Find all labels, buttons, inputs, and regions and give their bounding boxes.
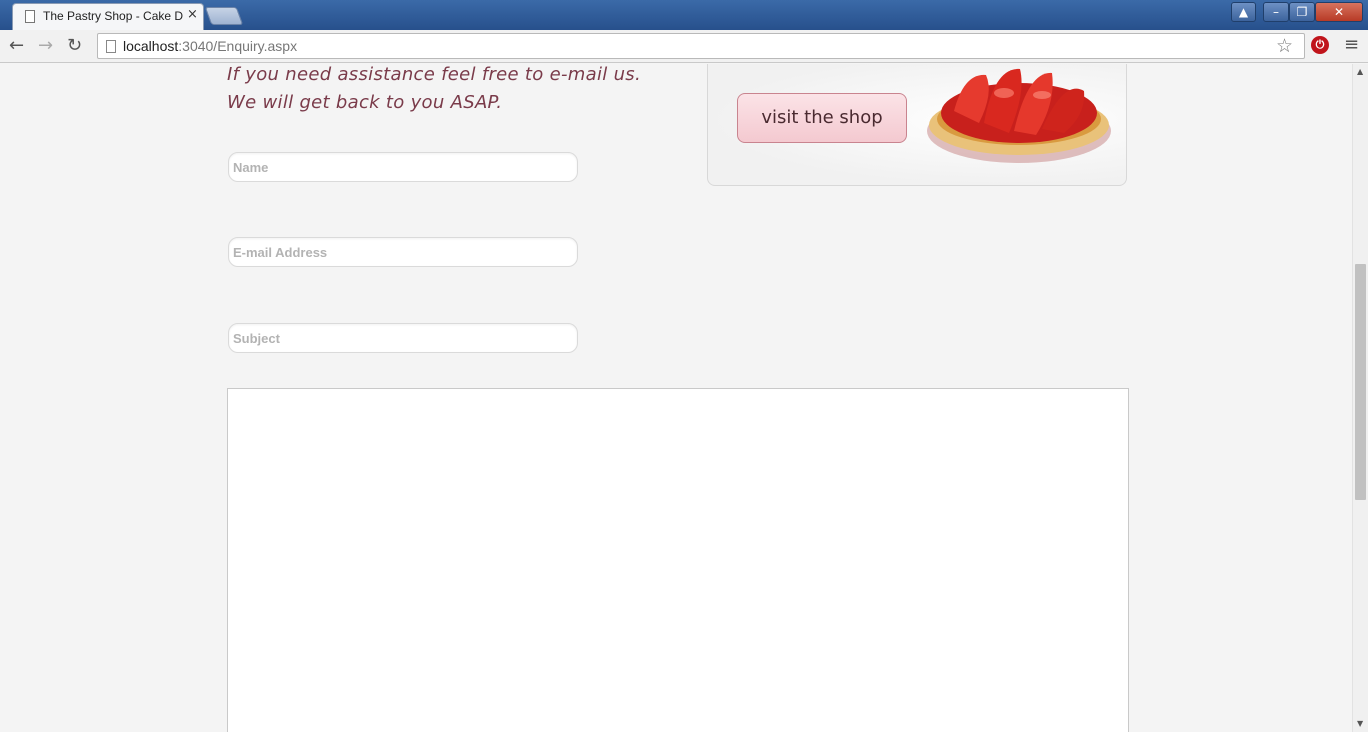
menu-icon[interactable]: ≡ xyxy=(1344,34,1359,55)
subject-field-wrapper xyxy=(228,323,578,353)
intro-line-1: If you need assistance feel free to e-ma… xyxy=(227,64,641,85)
strawberry-tart-image xyxy=(927,68,1111,163)
bookmark-star-icon[interactable]: ☆ xyxy=(1276,35,1293,57)
intro-text: If you need assistance feel free to e-ma… xyxy=(227,64,641,117)
email-field-wrapper xyxy=(228,237,578,267)
scroll-down-icon[interactable]: ▼ xyxy=(1357,719,1363,728)
page-icon xyxy=(106,40,116,53)
email-input[interactable] xyxy=(229,238,577,266)
message-textarea[interactable] xyxy=(228,389,1128,732)
browser-tab[interactable]: The Pastry Shop - Cake De × xyxy=(12,3,204,30)
forward-button[interactable]: → xyxy=(38,35,53,56)
name-field-wrapper xyxy=(228,152,578,182)
minimize-button[interactable]: – xyxy=(1263,2,1289,22)
message-field-wrapper xyxy=(227,388,1129,732)
intro-line-2: We will get back to you ASAP. xyxy=(227,92,503,113)
back-button[interactable]: ← xyxy=(9,35,24,56)
shop-promo-box: visit the shop xyxy=(707,64,1127,186)
extension-stop-icon[interactable]: ⏻ xyxy=(1311,36,1329,54)
vertical-scrollbar[interactable]: ▲ ▼ xyxy=(1352,64,1368,732)
browser-toolbar: ← → ↻ localhost:3040/Enquiry.aspx ☆ ⏻ ≡ xyxy=(0,30,1368,63)
subject-input[interactable] xyxy=(229,324,577,352)
user-icon[interactable]: ▲ xyxy=(1231,2,1256,22)
maximize-button[interactable]: ❐ xyxy=(1289,2,1315,22)
scrollbar-thumb[interactable] xyxy=(1355,264,1366,500)
name-input[interactable] xyxy=(229,153,577,181)
scroll-up-icon[interactable]: ▲ xyxy=(1357,67,1363,76)
new-tab-button[interactable] xyxy=(204,7,244,25)
close-window-button[interactable]: ✕ xyxy=(1315,2,1363,22)
reload-button[interactable]: ↻ xyxy=(67,35,82,56)
visit-shop-button[interactable]: visit the shop xyxy=(737,93,907,143)
url-text[interactable]: localhost:3040/Enquiry.aspx xyxy=(123,38,297,54)
page-viewport: If you need assistance feel free to e-ma… xyxy=(0,64,1352,732)
close-tab-icon[interactable]: × xyxy=(187,7,198,22)
tab-title: The Pastry Shop - Cake De xyxy=(43,9,183,23)
page-icon xyxy=(25,10,35,23)
browser-title-bar: The Pastry Shop - Cake De × ▲ – ❐ ✕ xyxy=(0,0,1368,30)
address-bar[interactable]: localhost:3040/Enquiry.aspx ☆ xyxy=(97,33,1305,59)
